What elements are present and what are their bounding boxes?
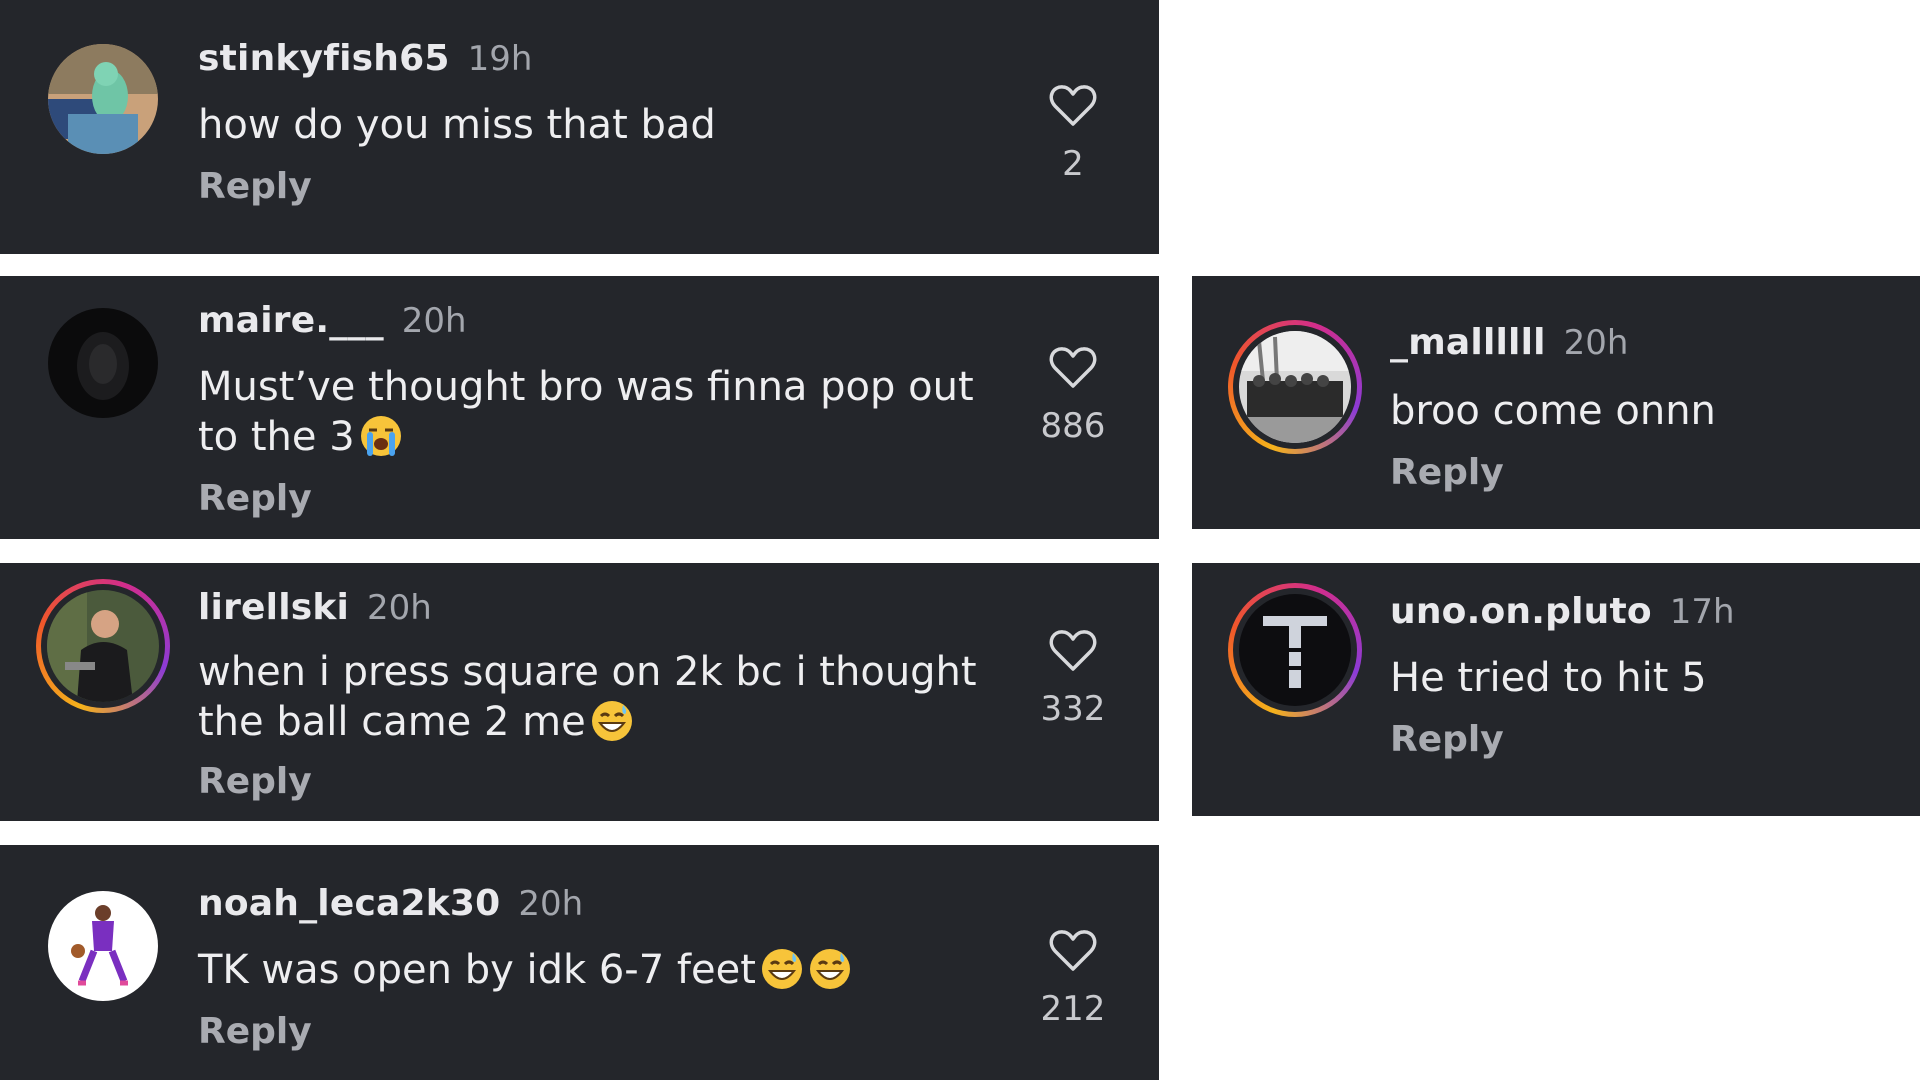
avatar[interactable]: [47, 590, 159, 702]
reply-button[interactable]: Reply: [198, 478, 312, 519]
timestamp: 20h: [1563, 323, 1629, 363]
comment-text: Must’ve thought bro was finna pop out to…: [198, 362, 998, 462]
reply-button[interactable]: Reply: [198, 761, 312, 802]
comment-text: TK was open by idk 6-7 feet: [198, 945, 1018, 995]
comment-card: maire.___ 20h Must’ve thought bro was fin…: [0, 276, 1159, 539]
timestamp: 20h: [518, 884, 584, 924]
username[interactable]: noah_leca2k30: [198, 883, 500, 924]
username[interactable]: maire.___: [198, 300, 384, 341]
avatar[interactable]: [48, 308, 158, 418]
grinning-sweat-face-emoji-icon: [809, 949, 850, 989]
avatar[interactable]: [1239, 594, 1351, 706]
avatar-story-ring[interactable]: [1228, 583, 1362, 717]
avatar-story-ring[interactable]: [36, 579, 170, 713]
grinning-sweat-face-emoji-icon: [761, 949, 802, 989]
heart-icon[interactable]: [1049, 629, 1097, 673]
like-count: 2: [1062, 144, 1084, 184]
comment-card: _mallllll 20h broo come onnn Reply: [1192, 276, 1920, 529]
username[interactable]: lirellski: [198, 587, 349, 628]
username[interactable]: uno.on.pluto: [1390, 591, 1652, 632]
username[interactable]: stinkyfish65: [198, 38, 450, 79]
reply-button[interactable]: Reply: [1390, 452, 1504, 493]
comment-card: noah_leca2k30 20h TK was open by idk 6-7 …: [0, 845, 1159, 1080]
heart-icon[interactable]: [1049, 84, 1097, 128]
timestamp: 19h: [467, 39, 533, 79]
like-count: 886: [1040, 406, 1106, 446]
comment-text: broo come onnn: [1390, 388, 1716, 434]
like-count: 212: [1040, 989, 1106, 1029]
username[interactable]: _mallllll: [1390, 322, 1546, 363]
like-count: 332: [1040, 689, 1106, 729]
comment-text: when i press square on 2k bc i thought t…: [198, 647, 998, 747]
reply-button[interactable]: Reply: [198, 1011, 312, 1052]
avatar-story-ring[interactable]: [1228, 320, 1362, 454]
comment-body: when i press square on 2k bc i thought t…: [198, 649, 977, 745]
comment-body: TK was open by idk 6-7 feet: [198, 947, 756, 993]
comment-card: stinkyfish65 19h how do you miss that bad…: [0, 0, 1159, 254]
timestamp: 17h: [1669, 592, 1735, 632]
avatar[interactable]: [1239, 331, 1351, 443]
comment-text: how do you miss that bad: [198, 102, 716, 148]
like-button[interactable]: 886: [1028, 346, 1118, 446]
heart-icon[interactable]: [1049, 929, 1097, 973]
reply-button[interactable]: Reply: [1390, 719, 1504, 760]
comment-card: lirellski 20h when i press square on 2k b…: [0, 563, 1159, 821]
avatar[interactable]: [48, 44, 158, 154]
like-button[interactable]: 332: [1028, 629, 1118, 729]
comment-body: Must’ve thought bro was finna pop out to…: [198, 364, 974, 460]
avatar[interactable]: [48, 891, 158, 1001]
like-button[interactable]: 2: [1028, 84, 1118, 184]
reply-button[interactable]: Reply: [198, 166, 312, 207]
grinning-sweat-face-emoji-icon: [591, 701, 632, 741]
like-button[interactable]: 212: [1028, 929, 1118, 1029]
comment-card: uno.on.pluto 17h He tried to hit 5 Reply: [1192, 563, 1920, 816]
comment-text: He tried to hit 5: [1390, 655, 1707, 701]
timestamp: 20h: [401, 301, 467, 341]
loudly-crying-face-emoji-icon: [360, 416, 401, 456]
timestamp: 20h: [367, 588, 432, 628]
heart-icon[interactable]: [1049, 346, 1097, 390]
